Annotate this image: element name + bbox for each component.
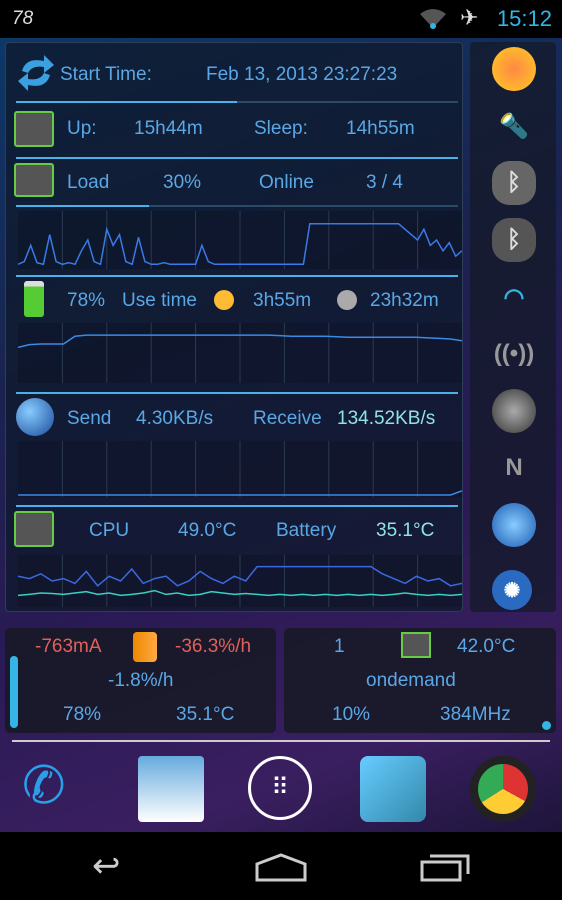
battery-average-rate: -1.8%/h — [108, 670, 174, 691]
flashlight-icon[interactable]: 🔦 — [492, 104, 536, 148]
battery-icon — [133, 632, 157, 662]
battery-temp-label: Battery — [276, 520, 337, 541]
receive-label: Receive — [253, 408, 322, 429]
send-value: 4.30KB/s — [136, 408, 214, 429]
battery-current: -763mA — [35, 636, 102, 657]
back-icon[interactable]: ↩ — [92, 846, 121, 886]
battery-graph — [18, 323, 462, 383]
battery-level: 78% — [63, 704, 102, 725]
phone-icon[interactable]: ✆ — [22, 756, 88, 822]
battery-temp-value: 35.1°C — [376, 520, 435, 541]
cpu-temp-value: 49.0°C — [178, 520, 237, 541]
bluetooth-discoverable-icon[interactable]: ᛒ — [492, 218, 536, 262]
screen-off-moon-icon — [337, 290, 357, 310]
app-drawer-icon[interactable]: ⠿ — [248, 756, 312, 820]
divider — [16, 505, 458, 507]
screen-off-time: 23h32m — [370, 290, 439, 311]
screen-on-sun-icon — [214, 290, 234, 310]
battery-widget[interactable]: -763mA -36.3%/h -1.8%/h 78% 35.1°C — [5, 628, 276, 733]
load-label: Load — [67, 172, 110, 193]
temperature-graph — [18, 555, 462, 607]
divider — [16, 275, 458, 277]
cpu-load: 10% — [332, 704, 371, 725]
load-value: 30% — [163, 172, 202, 193]
status-bar: 78 ✈ 15:12 — [0, 0, 562, 38]
cpu-icon — [14, 163, 54, 197]
uptime-value: 15h44m — [134, 118, 203, 139]
sync-icon[interactable]: ✺ — [492, 570, 532, 610]
uptime-label: Up: — [67, 118, 97, 139]
recents-icon[interactable] — [420, 852, 472, 882]
contacts-icon[interactable] — [138, 756, 204, 822]
use-time-label: Use time — [122, 290, 197, 311]
battery-level-text: 78 — [12, 8, 34, 29]
start-time-value: Feb 13, 2013 23:27:23 — [206, 64, 398, 85]
cpu-temp: 42.0°C — [457, 636, 516, 657]
battery-rate: -36.3%/h — [175, 636, 252, 657]
divider — [16, 392, 458, 394]
cpu-temp-label: CPU — [89, 520, 130, 541]
sleep-label: Sleep: — [254, 118, 308, 139]
battery-icon — [24, 281, 44, 317]
cpu-frequency: 384MHz — [440, 704, 511, 725]
cpu-widget[interactable]: 1 42.0°C ondemand 10% 384MHz — [284, 628, 556, 733]
sleep-value: 14h55m — [346, 118, 415, 139]
system-info-panel[interactable]: Start Time: Feb 13, 2013 23:27:23 Up: 15… — [5, 42, 463, 612]
thermometer-icon — [14, 511, 54, 547]
wifi-icon — [420, 9, 446, 29]
refresh-icon — [18, 55, 54, 91]
wifi-hotspot-icon[interactable]: ((•)) — [492, 332, 536, 376]
cpu-governor: ondemand — [366, 670, 456, 691]
cpu-load-bar — [542, 721, 551, 730]
cpu-cores: 1 — [334, 636, 345, 657]
online-label: Online — [259, 172, 314, 193]
load-graph — [18, 211, 462, 269]
brightness-sun-icon[interactable] — [492, 47, 536, 91]
bluetooth-icon[interactable]: ᛒ — [492, 161, 536, 205]
battery-temp: 35.1°C — [176, 704, 235, 725]
start-progress — [16, 101, 458, 103]
navigation-bar: ↩ — [0, 832, 562, 900]
gps-globe-icon[interactable] — [492, 389, 536, 433]
network-globe-icon — [16, 398, 54, 436]
divider — [16, 157, 458, 159]
cpu-clock-icon — [14, 111, 54, 147]
wifi-icon[interactable]: ◠ — [492, 275, 536, 319]
online-value: 3 / 4 — [366, 172, 403, 193]
receive-value: 134.52KB/s — [337, 408, 436, 429]
screen-on-time: 3h55m — [253, 290, 312, 311]
system-tuner-icon[interactable] — [360, 756, 426, 822]
chrome-icon[interactable] — [470, 756, 536, 822]
network-graph — [18, 441, 462, 497]
airplane-icon: ✈ — [460, 5, 479, 30]
mobile-data-globe-icon[interactable] — [492, 503, 536, 547]
home-icon[interactable] — [253, 852, 309, 882]
battery-level: 78% — [67, 290, 106, 311]
load-progress — [16, 205, 458, 207]
clock: 15:12 — [496, 6, 552, 31]
dock-divider — [12, 740, 550, 742]
cpu-icon — [401, 632, 431, 658]
send-label: Send — [67, 408, 112, 429]
battery-level-bar — [10, 656, 18, 728]
start-time-label: Start Time: — [60, 64, 152, 85]
nfc-icon[interactable]: N — [492, 446, 536, 490]
toggle-sidebar: 🔦 ᛒ ᛒ ◠ ((•)) N ✺ — [470, 42, 556, 612]
